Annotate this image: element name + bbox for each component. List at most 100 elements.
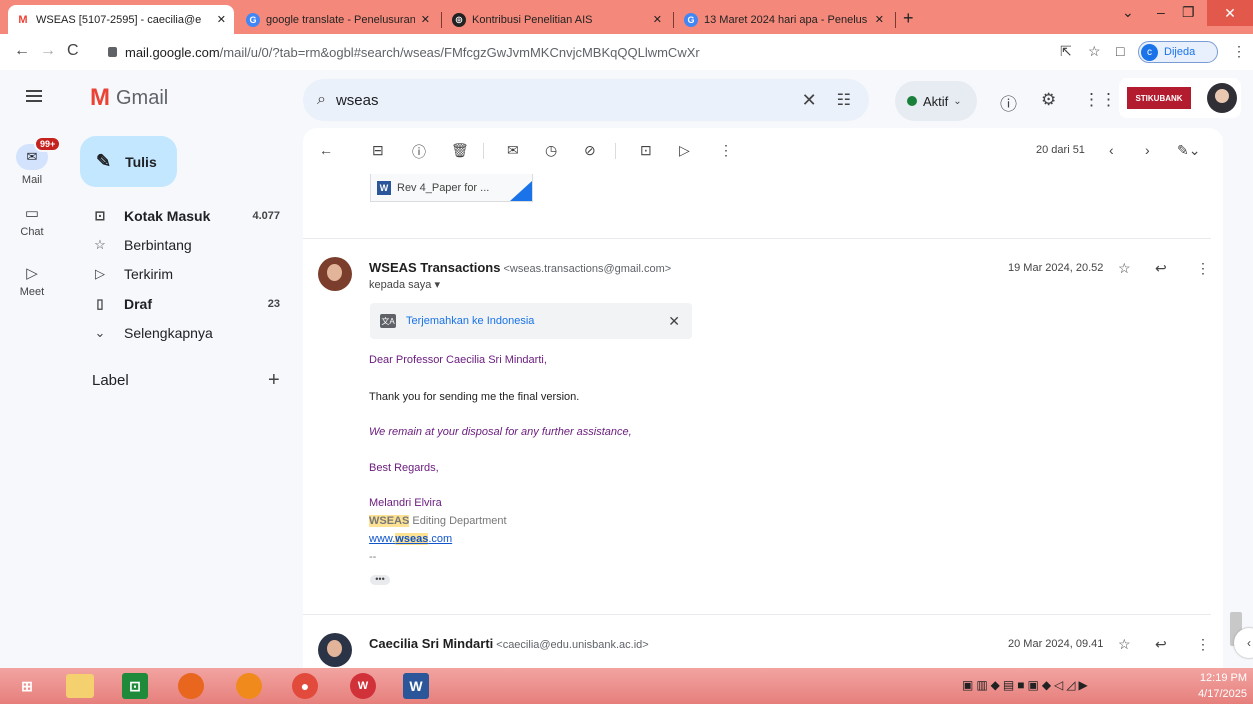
system-tray-icons[interactable]: ▣▥◆▤■▣◆◁◿▶: [962, 678, 1091, 692]
file-explorer-icon[interactable]: [66, 674, 94, 698]
tab-13-maret[interactable]: G 13 Maret 2024 hari apa - Penelus ✕: [676, 5, 892, 34]
star-icon[interactable]: ☆: [1118, 260, 1131, 277]
archive-icon[interactable]: ⊟: [372, 142, 384, 159]
status-button[interactable]: Aktif ⌄: [895, 81, 977, 121]
avatar[interactable]: [1207, 83, 1237, 113]
forward-icon[interactable]: →: [40, 42, 56, 60]
sidebar-item-more[interactable]: ⌄ Selengkapnya: [80, 320, 288, 346]
translate-button[interactable]: Terjemahkan ke Indonesia: [406, 315, 534, 327]
chevron-down-icon: ⌄: [953, 95, 962, 107]
side-panel-toggle[interactable]: ‹: [1234, 628, 1253, 658]
delete-icon[interactable]: 🗑: [451, 142, 469, 159]
apps-grid-icon[interactable]: ⋮⋮: [1083, 90, 1117, 110]
attachment-name: Rev 4_Paper for ...: [397, 181, 490, 194]
avatar[interactable]: [318, 633, 352, 667]
attachment-card[interactable]: W Rev 4_Paper for ...: [370, 174, 533, 202]
search-options-icon[interactable]: ☷: [837, 90, 851, 110]
close-icon[interactable]: ✕: [668, 313, 680, 330]
prev-icon[interactable]: ‹: [1109, 142, 1114, 158]
close-icon[interactable]: ✕: [875, 13, 884, 26]
next-icon[interactable]: ›: [1145, 142, 1150, 158]
firefox-icon[interactable]: [178, 673, 204, 699]
signature-link[interactable]: www.wseas.com: [369, 533, 452, 545]
reload-icon[interactable]: C: [67, 42, 79, 60]
gmail-logo[interactable]: M Gmail: [90, 84, 168, 112]
label-icon[interactable]: ▷: [679, 142, 690, 159]
sender-name[interactable]: Caecilia Sri Mindarti: [369, 636, 493, 651]
sidebar-item-label: Kotak Masuk: [124, 208, 211, 224]
reply-icon[interactable]: ↩: [1155, 636, 1167, 653]
account-switcher[interactable]: STIKUBANK: [1119, 78, 1241, 118]
search-input[interactable]: wseas: [336, 92, 802, 109]
tab-gmail[interactable]: M WSEAS [5107-2595] - caecilia@e ✕: [8, 5, 234, 34]
sidebar-item-count: 23: [267, 298, 280, 310]
menu-dots-icon[interactable]: ⋮: [1232, 43, 1246, 60]
lock-icon: [108, 47, 117, 57]
sidebar-item-sent[interactable]: ▷ Terkirim: [80, 261, 288, 287]
add-label-icon[interactable]: +: [268, 369, 280, 392]
restore-button[interactable]: ❐: [1182, 4, 1195, 21]
wps-office-icon[interactable]: W: [350, 673, 376, 699]
url-field[interactable]: mail.google.com/mail/u/0/?tab=rm&ogbl#se…: [108, 40, 1108, 64]
reply-icon[interactable]: ↩: [1155, 260, 1167, 277]
share-icon[interactable]: ⇱: [1060, 43, 1072, 60]
taskbar-clock[interactable]: 12:19 PM 4/17/2025: [1191, 670, 1247, 702]
signature-org-text: Editing Department: [409, 515, 507, 527]
attachment-corner: [510, 181, 532, 201]
more-options-icon[interactable]: ⋮: [1196, 260, 1210, 277]
sidepanel-icon[interactable]: □: [1116, 43, 1124, 59]
compose-button[interactable]: ✎ Tulis: [80, 136, 177, 187]
chevron-down-icon[interactable]: ⌄: [1122, 4, 1134, 21]
sidebar-item-label: Berbintang: [124, 237, 192, 253]
profile-button[interactable]: c Dijeda: [1138, 41, 1218, 63]
new-tab-button[interactable]: +: [903, 8, 914, 29]
input-tools-icon[interactable]: ✎⌄: [1177, 142, 1200, 159]
more-options-icon[interactable]: ⋮: [1196, 636, 1210, 653]
browser-icon[interactable]: [236, 673, 262, 699]
profile-avatar: c: [1141, 43, 1158, 61]
message-toolbar: ← ⊟ ⓘ 🗑 ✉ ◷ ⊘ ⊡ ▷ ⋮ 20 dari 51 ‹ › ✎⌄: [303, 128, 1223, 174]
mark-unread-icon[interactable]: ✉: [507, 142, 519, 159]
search-bar[interactable]: ⌕ wseas ✕ ☷: [303, 79, 869, 121]
report-spam-icon[interactable]: ⓘ: [412, 142, 426, 162]
sender-name[interactable]: WSEAS Transactions: [369, 260, 500, 275]
gmail-logo-text: Gmail: [116, 86, 169, 109]
sidebar-item-inbox[interactable]: ⊡ Kotak Masuk 4.077: [80, 203, 288, 229]
window-close-button[interactable]: ✕: [1207, 0, 1253, 26]
rail-meet[interactable]: ▷ Meet: [0, 264, 64, 298]
word-icon[interactable]: W: [403, 673, 429, 699]
close-icon[interactable]: ✕: [653, 13, 662, 26]
snooze-clock-icon[interactable]: ◷: [545, 142, 557, 159]
chrome-icon[interactable]: ●: [292, 673, 318, 699]
back-icon[interactable]: ←: [319, 142, 333, 158]
add-task-icon[interactable]: ⊘: [584, 142, 596, 159]
windows-start-icon[interactable]: ⊞: [12, 671, 42, 701]
sidebar-item-starred[interactable]: ☆ Berbintang: [80, 232, 288, 258]
store-icon[interactable]: ⊡: [122, 673, 148, 699]
recipient-details[interactable]: kepada saya ▾: [369, 278, 440, 291]
clear-search-icon[interactable]: ✕: [802, 90, 817, 111]
email-greeting: Dear Professor Caecilia Sri Mindarti,: [369, 354, 547, 366]
close-icon[interactable]: ✕: [217, 13, 226, 26]
bookmark-star-icon[interactable]: ☆: [1088, 43, 1101, 60]
move-to-icon[interactable]: ⊡: [640, 142, 652, 159]
settings-gear-icon[interactable]: ⚙: [1041, 90, 1056, 110]
main-menu-icon[interactable]: [26, 90, 42, 102]
rail-chat[interactable]: ▭ Chat: [0, 204, 64, 238]
tab-google-translate[interactable]: G google translate - Penelusuran G ✕: [238, 5, 438, 34]
avatar[interactable]: [318, 257, 352, 291]
signature-separator: --: [369, 551, 377, 563]
clock-date: 4/17/2025: [1198, 688, 1247, 700]
send-icon: ▷: [95, 266, 105, 281]
star-icon[interactable]: ☆: [1118, 636, 1131, 653]
search-icon[interactable]: ⌕: [317, 91, 326, 109]
minimize-button[interactable]: –: [1157, 4, 1165, 20]
rail-mail[interactable]: ✉ 99+ Mail: [0, 136, 64, 186]
more-options-icon[interactable]: ⋮: [719, 142, 733, 159]
help-icon[interactable]: ⓘ: [1000, 90, 1017, 115]
show-trimmed-content-button[interactable]: •••: [370, 575, 390, 585]
tab-kontribusi[interactable]: ◎ Kontribusi Penelitian AIS ✕: [444, 5, 670, 34]
sidebar-item-drafts[interactable]: ▯ Draf 23: [80, 291, 288, 317]
close-icon[interactable]: ✕: [421, 13, 430, 26]
back-icon[interactable]: ←: [14, 42, 30, 60]
